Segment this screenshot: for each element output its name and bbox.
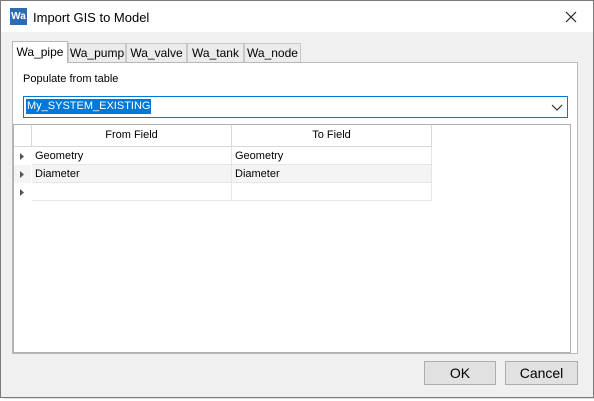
tab-panel-wa-pipe: Populate from table My_SYSTEM_EXISTING F…: [12, 62, 578, 354]
row-arrow-icon: [20, 171, 24, 178]
ok-button[interactable]: OK: [424, 361, 496, 385]
row-arrow-icon: [20, 189, 24, 196]
row-arrow-icon: [20, 153, 24, 160]
window-title: Import GIS to Model: [33, 10, 150, 25]
title-bar: Wa Import GIS to Model: [1, 1, 593, 32]
field-mapping-grid[interactable]: From Field To Field Geometry Geometry Di…: [13, 124, 571, 353]
column-header-to-field[interactable]: To Field: [232, 125, 432, 147]
close-icon: [565, 11, 577, 23]
column-header-from-field[interactable]: From Field: [32, 125, 232, 147]
populate-table-select[interactable]: My_SYSTEM_EXISTING: [23, 96, 568, 118]
tab-wa-valve[interactable]: Wa_valve: [126, 43, 187, 62]
tab-wa-node[interactable]: Wa_node: [244, 43, 301, 62]
populate-table-value: My_SYSTEM_EXISTING: [26, 99, 152, 114]
tab-wa-pump[interactable]: Wa_pump: [68, 43, 126, 62]
from-field-cell[interactable]: Geometry: [32, 147, 232, 165]
row-indicator[interactable]: [14, 183, 31, 201]
row-indicator[interactable]: [14, 165, 31, 183]
to-field-cell[interactable]: Geometry: [232, 147, 432, 165]
from-field-cell[interactable]: [32, 183, 232, 201]
to-field-cell[interactable]: [232, 183, 432, 201]
row-header-corner: [14, 125, 32, 147]
tab-wa-pipe[interactable]: Wa_pipe: [12, 41, 68, 63]
chevron-down-icon[interactable]: [549, 99, 565, 115]
app-icon: Wa: [10, 8, 27, 25]
populate-from-table-label: Populate from table: [23, 73, 119, 85]
import-gis-dialog: Wa Import GIS to Model Wa_pipe Wa_pump W…: [0, 0, 594, 398]
row-indicator[interactable]: [14, 147, 31, 165]
to-field-cell[interactable]: Diameter: [232, 165, 432, 183]
close-button[interactable]: [559, 5, 583, 29]
tab-wa-tank[interactable]: Wa_tank: [187, 43, 244, 62]
cancel-button[interactable]: Cancel: [505, 361, 578, 385]
from-field-cell[interactable]: Diameter: [32, 165, 232, 183]
